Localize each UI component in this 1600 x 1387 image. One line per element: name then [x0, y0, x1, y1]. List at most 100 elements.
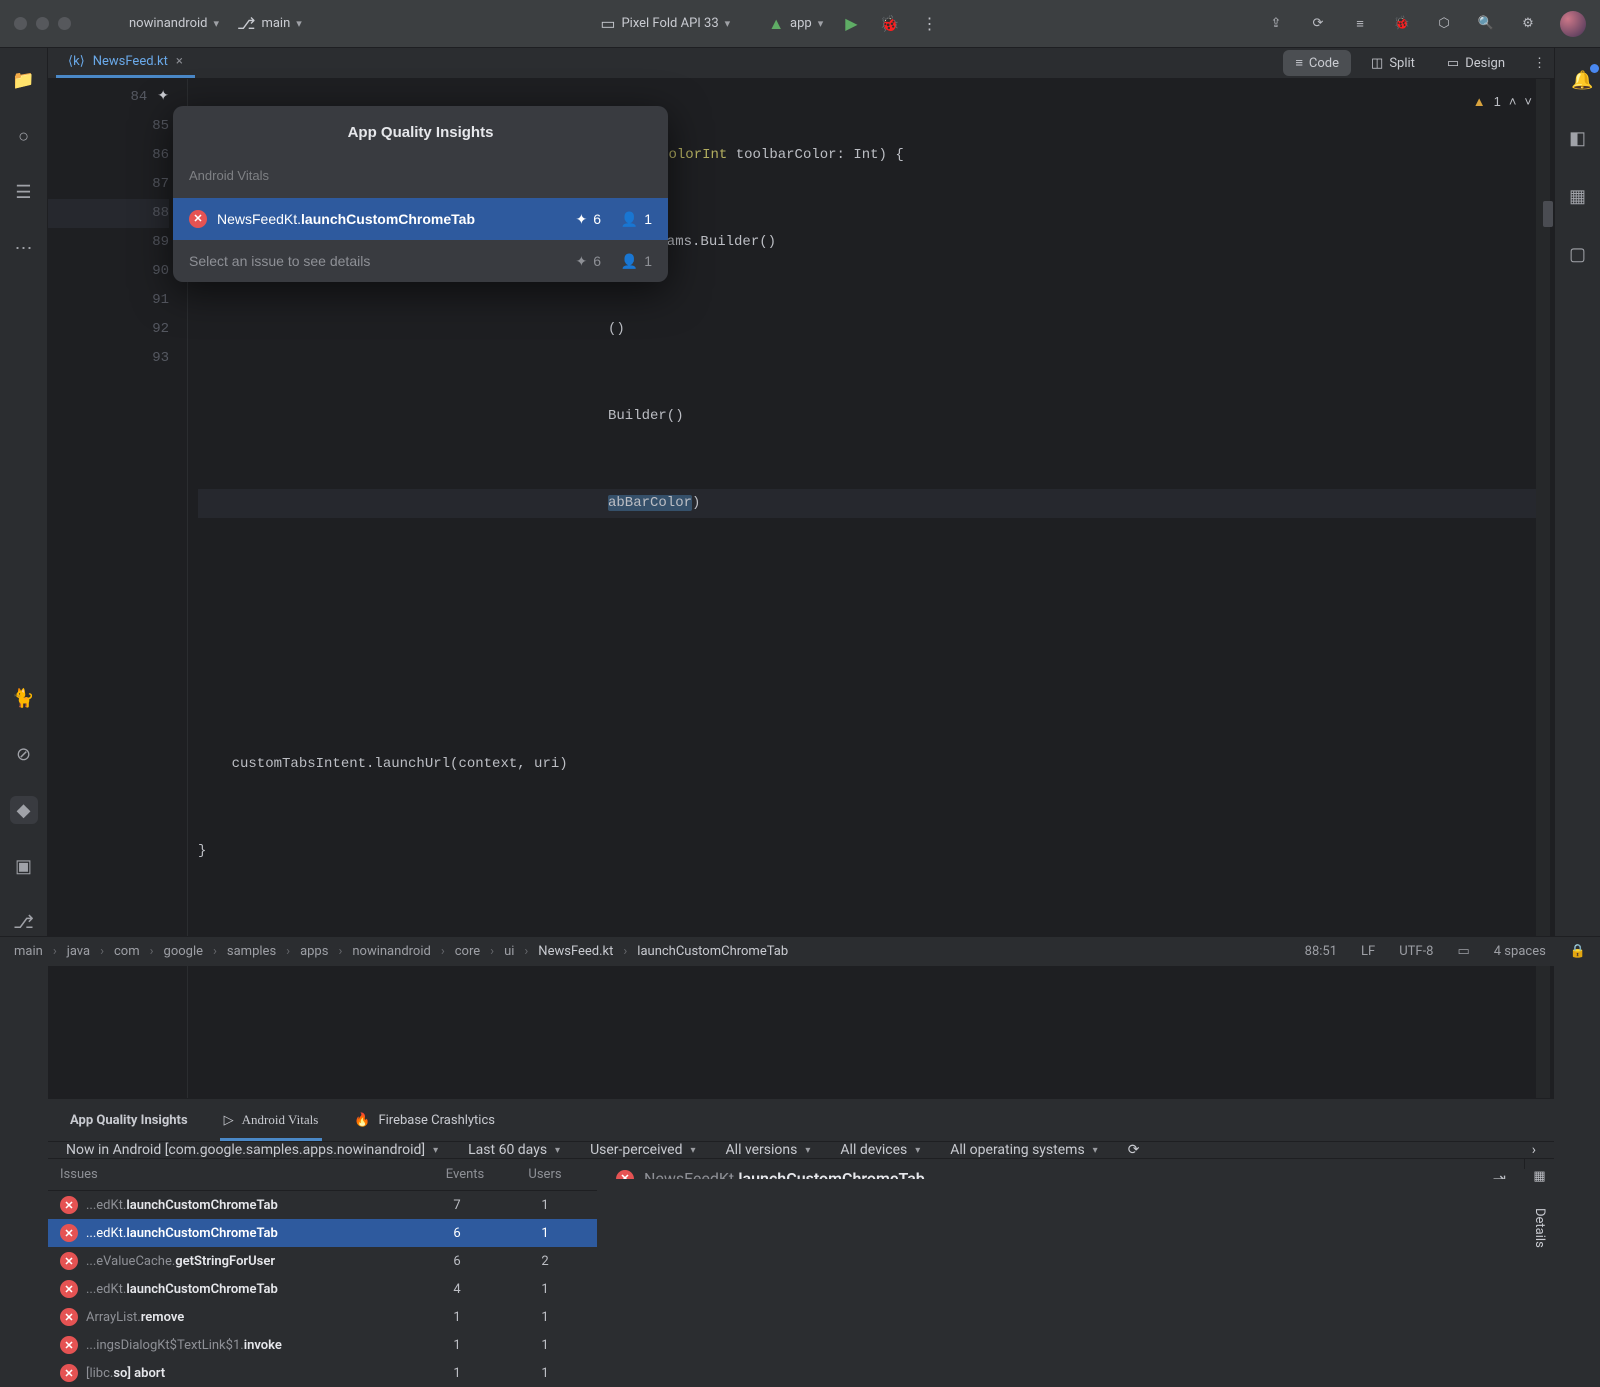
- issue-row[interactable]: ✕...edKt.launchCustomChromeTab41: [48, 1275, 597, 1303]
- structure-tool-icon[interactable]: ☰: [10, 178, 38, 206]
- zoom-dot[interactable]: [58, 17, 71, 30]
- filter-signal[interactable]: User-perceived▾: [590, 1142, 695, 1158]
- error-icon: ✕: [60, 1196, 78, 1214]
- insight-gutter-icon[interactable]: ✦: [157, 83, 169, 112]
- filter-app[interactable]: Now in Android [com.google.samples.apps.…: [66, 1142, 438, 1158]
- wrap-toggle-icon[interactable]: ⇥: [1493, 1169, 1506, 1179]
- run-config-selector[interactable]: ▲ app ▾: [768, 14, 823, 34]
- popup-section-label: Android Vitals: [173, 157, 668, 198]
- error-icon: ✕: [60, 1252, 78, 1270]
- device-selector[interactable]: ▭ Pixel Fold API 33 ▾: [600, 14, 730, 33]
- editor-tab-row: ⟨k⟩ NewsFeed.kt × ≡Code ◫Split ▭Design ⋮: [48, 48, 1554, 79]
- chevron-down-icon: ▾: [725, 17, 731, 30]
- emulator-icon[interactable]: ▢: [1564, 240, 1592, 268]
- profile-icon[interactable]: ⬡: [1434, 14, 1454, 34]
- issue-row[interactable]: ✕...edKt.launchCustomChromeTab71: [48, 1191, 597, 1219]
- kotlin-file-icon: ⟨k⟩: [68, 54, 85, 69]
- main-area: ⟨k⟩ NewsFeed.kt × ≡Code ◫Split ▭Design ⋮…: [48, 48, 1554, 936]
- overflow-icon[interactable]: ›: [1532, 1142, 1536, 1158]
- project-tool-icon[interactable]: 📁: [10, 66, 38, 94]
- file-tab-newsfeed[interactable]: ⟨k⟩ NewsFeed.kt ×: [56, 48, 195, 78]
- sync-icon[interactable]: ⟳: [1308, 14, 1328, 34]
- breadcrumb-segment[interactable]: com: [114, 944, 140, 959]
- close-tab-icon[interactable]: ×: [176, 54, 183, 69]
- layout-icon[interactable]: ▦: [1533, 1169, 1545, 1184]
- next-highlight-icon[interactable]: ˅: [1524, 87, 1532, 116]
- breadcrumb-segment[interactable]: java: [67, 944, 90, 959]
- chevron-down-icon: ▾: [555, 1145, 560, 1156]
- issue-row[interactable]: ✕...eValueCache.getStringForUser62: [48, 1247, 597, 1275]
- prev-highlight-icon[interactable]: ˄: [1509, 87, 1517, 116]
- breadcrumb-segment[interactable]: samples: [227, 944, 276, 959]
- breadcrumb[interactable]: main›java›com›google›samples›apps›nowina…: [14, 944, 788, 959]
- bookmarks-icon[interactable]: 🐈: [10, 684, 38, 712]
- minimize-dot[interactable]: [36, 17, 49, 30]
- details-tab[interactable]: Details: [1532, 1208, 1547, 1248]
- breadcrumb-segment[interactable]: main: [14, 944, 43, 959]
- events-icon: ✦: [575, 247, 587, 276]
- build-icon[interactable]: ≡: [1350, 14, 1370, 34]
- view-mode-split[interactable]: ◫Split: [1359, 51, 1427, 76]
- settings-gear-icon[interactable]: ⚙: [1518, 14, 1538, 34]
- tab-app-quality[interactable]: App Quality Insights: [66, 1107, 192, 1134]
- breadcrumb-segment[interactable]: NewsFeed.kt: [538, 944, 613, 959]
- editor-scroll-thumb[interactable]: [1543, 201, 1553, 227]
- filter-time[interactable]: Last 60 days▾: [468, 1142, 560, 1158]
- issue-row[interactable]: ✕...edKt.launchCustomChromeTab61: [48, 1219, 597, 1247]
- tab-crashlytics[interactable]: 🔥Firebase Crashlytics: [350, 1107, 499, 1134]
- user-avatar[interactable]: [1560, 11, 1586, 37]
- view-mode-code[interactable]: ≡Code: [1283, 50, 1351, 76]
- filter-os[interactable]: All operating systems▾: [950, 1142, 1097, 1158]
- issue-row[interactable]: ✕[libc.so] abort11: [48, 1359, 597, 1387]
- terminal-icon[interactable]: ▣: [10, 852, 38, 880]
- commit-tool-icon[interactable]: ○: [10, 122, 38, 150]
- more-actions-icon[interactable]: ⋮: [921, 14, 937, 33]
- breadcrumb-segment[interactable]: launchCustomChromeTab: [637, 944, 788, 959]
- debug-tool-icon[interactable]: 🐞: [1392, 14, 1412, 34]
- filter-devices[interactable]: All devices▾: [840, 1142, 920, 1158]
- file-encoding[interactable]: UTF-8: [1399, 944, 1433, 959]
- app-quality-icon[interactable]: ◆: [10, 796, 38, 824]
- issue-row[interactable]: ✕...ingsDialogKt$TextLink$1.invoke11: [48, 1331, 597, 1359]
- warning-icon: ▲: [1473, 87, 1486, 116]
- lock-icon[interactable]: 🔒: [1570, 944, 1586, 959]
- chevron-down-icon: ▾: [296, 17, 302, 30]
- popup-issue-row[interactable]: ✕ NewsFeedKt.launchCustomChromeTab ✦6 👤1: [173, 198, 668, 240]
- close-dot[interactable]: [14, 17, 27, 30]
- inspection-widget[interactable]: ▲ 1 ˄ ˅: [1473, 87, 1532, 116]
- code-with-me-icon[interactable]: ⇪: [1266, 14, 1286, 34]
- search-icon[interactable]: 🔍: [1476, 14, 1496, 34]
- breadcrumb-segment[interactable]: core: [455, 944, 480, 959]
- run-icon[interactable]: ▶: [845, 14, 857, 33]
- refresh-button[interactable]: ⟳: [1128, 1142, 1140, 1158]
- line-separator[interactable]: LF: [1361, 944, 1375, 959]
- code-icon: ≡: [1295, 55, 1303, 71]
- popup-hint-row: Select an issue to see details ✦6 👤1: [173, 240, 668, 282]
- indent-setting[interactable]: 4 spaces: [1494, 944, 1546, 959]
- version-control-icon[interactable]: ⎇: [10, 908, 38, 936]
- device-manager-icon[interactable]: ▦: [1564, 182, 1592, 210]
- file-tab-name: NewsFeed.kt: [93, 54, 168, 69]
- warning-count: 1: [1494, 87, 1501, 116]
- filter-versions[interactable]: All versions▾: [726, 1142, 811, 1158]
- more-tabs-icon[interactable]: ⋮: [1533, 56, 1546, 71]
- notifications-icon[interactable]: 🔔: [1569, 66, 1597, 94]
- readonly-icon[interactable]: ▭: [1457, 944, 1469, 959]
- more-tools-icon[interactable]: ⋯: [10, 234, 38, 262]
- detail-side-tabs: ▦ Details: [1524, 1159, 1554, 1169]
- error-icon: ✕: [616, 1170, 634, 1180]
- git-branch-selector[interactable]: ⎇ main ▾: [237, 14, 302, 33]
- gradle-icon[interactable]: ◧: [1564, 124, 1592, 152]
- project-selector[interactable]: nowinandroid ▾: [129, 16, 219, 31]
- caret-position[interactable]: 88:51: [1305, 944, 1337, 959]
- issue-row[interactable]: ✕ArrayList.remove11: [48, 1303, 597, 1331]
- breadcrumb-segment[interactable]: nowinandroid: [352, 944, 430, 959]
- breadcrumb-segment[interactable]: ui: [504, 944, 514, 959]
- problems-icon[interactable]: ⊘: [10, 740, 38, 768]
- chevron-down-icon: ▾: [433, 1145, 438, 1156]
- view-mode-design[interactable]: ▭Design: [1435, 51, 1517, 76]
- debug-icon[interactable]: 🐞: [880, 14, 900, 33]
- tab-android-vitals[interactable]: ▷Android Vitals: [220, 1106, 323, 1141]
- breadcrumb-segment[interactable]: apps: [300, 944, 328, 959]
- breadcrumb-segment[interactable]: google: [164, 944, 203, 959]
